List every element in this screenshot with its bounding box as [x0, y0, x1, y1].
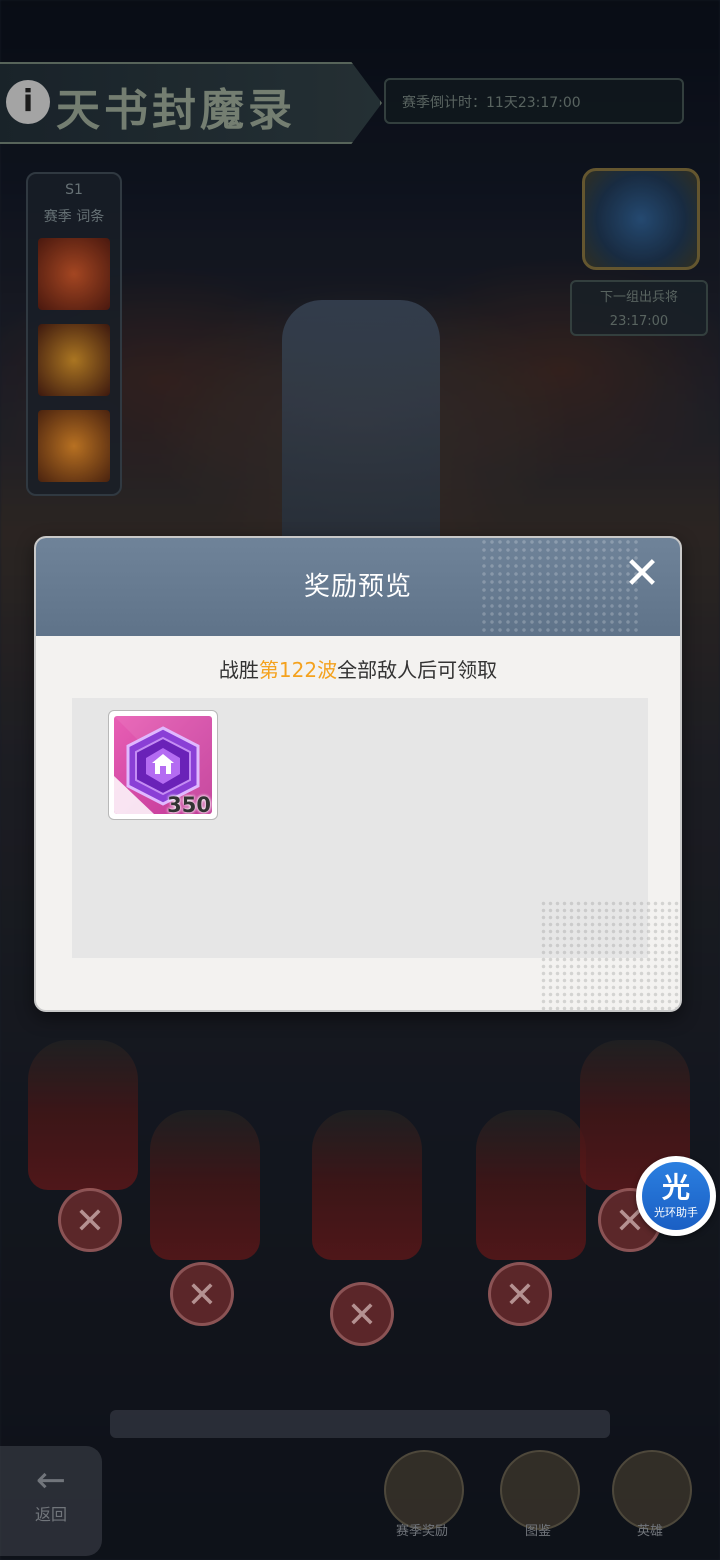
condition-wave: 第122波 — [258, 658, 338, 682]
assistant-float-button[interactable]: 光 光环助手 — [636, 1156, 716, 1236]
assistant-icon: 光 光环助手 — [642, 1162, 710, 1230]
condition-suffix: 全部敌人后可领取 — [337, 658, 498, 682]
reward-count: 350 — [167, 793, 211, 817]
dialog-corner-decoration — [540, 900, 680, 1010]
assistant-char: 光 — [661, 1171, 690, 1204]
claim-condition: 战胜第122波全部敌人后可领取 — [36, 654, 680, 683]
assistant-label: 光环助手 — [654, 1206, 698, 1219]
close-icon[interactable]: ✕ — [618, 552, 666, 600]
condition-prefix: 战胜 — [218, 658, 259, 682]
dialog-title: 奖励预览 — [303, 572, 412, 602]
reward-preview-dialog: 奖励预览 ✕ 战胜第122波全部敌人后可领取 350 — [34, 536, 682, 1012]
reward-item[interactable]: 350 — [108, 710, 218, 820]
